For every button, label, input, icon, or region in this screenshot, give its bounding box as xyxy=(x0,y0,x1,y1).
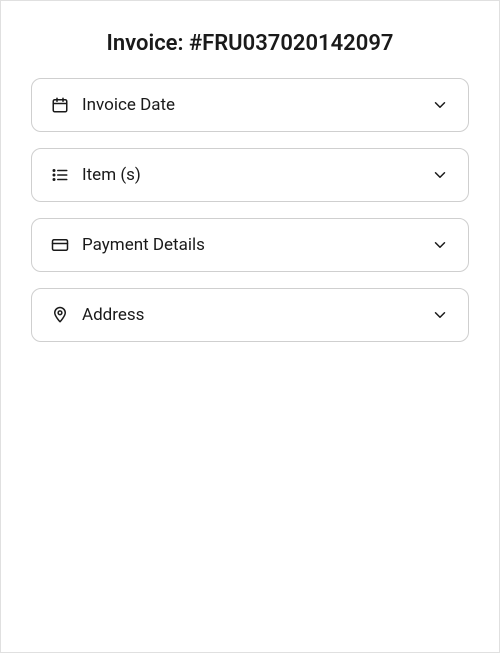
map-pin-icon xyxy=(50,305,70,325)
section-label: Invoice Date xyxy=(82,95,430,115)
section-label: Item (s) xyxy=(82,165,430,185)
section-invoice-date[interactable]: Invoice Date xyxy=(31,78,469,132)
section-label: Payment Details xyxy=(82,235,430,255)
list-icon xyxy=(50,165,70,185)
section-payment-details[interactable]: Payment Details xyxy=(31,218,469,272)
chevron-down-icon xyxy=(430,165,450,185)
section-label: Address xyxy=(82,305,430,325)
chevron-down-icon xyxy=(430,305,450,325)
chevron-down-icon xyxy=(430,95,450,115)
section-items[interactable]: Item (s) xyxy=(31,148,469,202)
invoice-accordion: Invoice Date Item (s) xyxy=(31,78,469,342)
section-address[interactable]: Address xyxy=(31,288,469,342)
chevron-down-icon xyxy=(430,235,450,255)
calendar-icon xyxy=(50,95,70,115)
page-title: Invoice: #FRU037020142097 xyxy=(31,31,469,56)
credit-card-icon xyxy=(50,235,70,255)
